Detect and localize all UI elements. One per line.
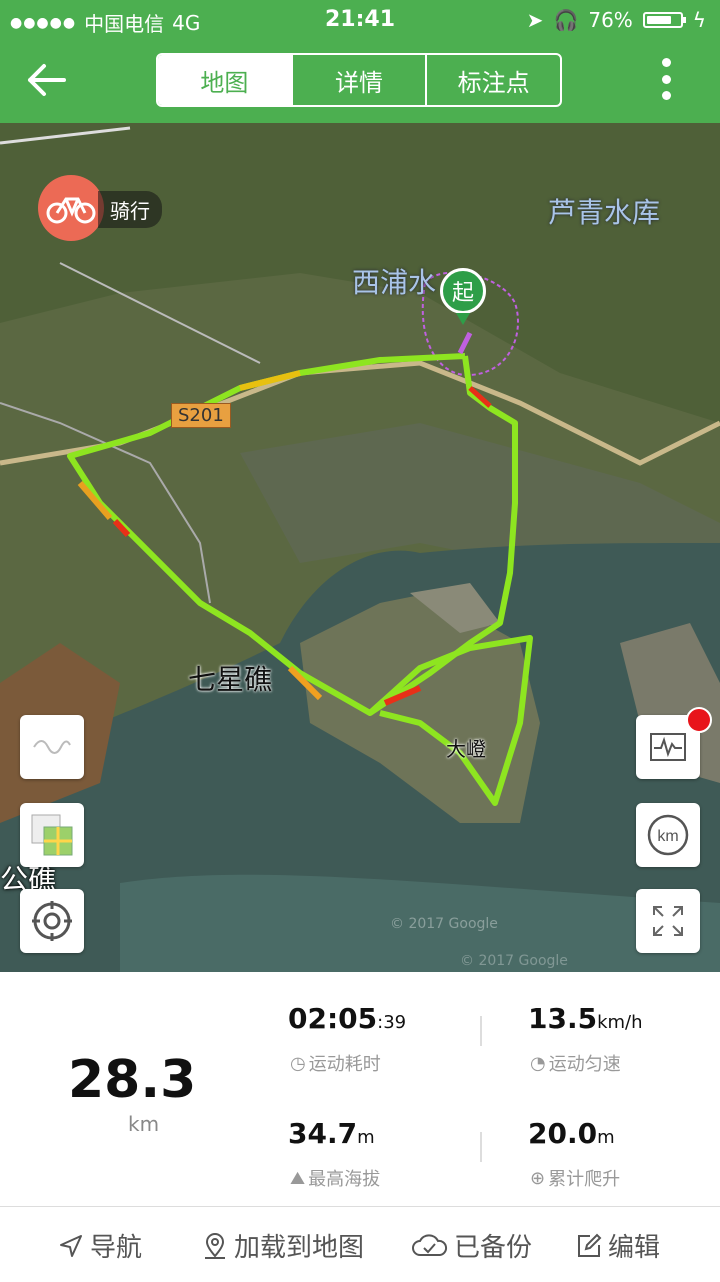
backed-up-button[interactable]: 已备份 bbox=[410, 1227, 532, 1264]
road-sign: S201 bbox=[171, 403, 231, 428]
headphones-icon: 🎧 bbox=[553, 8, 579, 32]
svg-text:km: km bbox=[657, 828, 678, 845]
load-to-map-button[interactable]: 加载到地图 bbox=[202, 1227, 364, 1264]
map-watermark: © 2017 Google bbox=[460, 953, 568, 969]
map-pin-icon bbox=[205, 1232, 225, 1259]
edit-icon bbox=[578, 1233, 602, 1257]
header: ●●●●● 中国电信 4G 21:41 ➤ 🎧 76% ϟ 地图 详情 标注点 bbox=[0, 0, 720, 123]
fullscreen-button[interactable] bbox=[636, 889, 700, 953]
km-marker-button[interactable]: km bbox=[636, 803, 700, 867]
place-label: 大嶝 bbox=[446, 737, 486, 761]
climb-icon: ⊕ bbox=[530, 1167, 546, 1189]
locate-icon bbox=[32, 901, 72, 941]
more-menu-icon[interactable] bbox=[656, 58, 676, 100]
track-style-button[interactable] bbox=[20, 715, 84, 779]
place-label: 芦青水库 bbox=[548, 196, 661, 229]
cloud-check-icon bbox=[412, 1233, 448, 1256]
duration-label: ◷ 运动耗时 bbox=[290, 1052, 381, 1076]
locate-button[interactable] bbox=[20, 889, 84, 953]
bicycle-icon bbox=[46, 197, 96, 224]
distance-unit: km bbox=[128, 1112, 160, 1136]
max-altitude-label: ⛰ 最高海拔 bbox=[290, 1167, 381, 1191]
chart-icon bbox=[650, 733, 686, 761]
divider bbox=[480, 1132, 482, 1162]
edit-button[interactable]: 编辑 bbox=[576, 1227, 660, 1264]
speedometer-icon: ◔ bbox=[530, 1052, 546, 1074]
speed-label: ◔ 运动匀速 bbox=[530, 1052, 621, 1076]
view-tabs: 地图 详情 标注点 bbox=[156, 53, 562, 107]
bottom-toolbar: 导航 加载到地图 已备份 编辑 bbox=[0, 1206, 720, 1282]
ride-type-badge[interactable] bbox=[38, 175, 104, 241]
duration-value: 02:05:39 bbox=[288, 1002, 407, 1035]
navigate-button[interactable]: 导航 bbox=[58, 1227, 142, 1264]
km-icon: km bbox=[647, 814, 689, 856]
map-layer-button[interactable] bbox=[20, 803, 84, 867]
battery-percent: 76% bbox=[588, 8, 633, 32]
status-bar: ●●●●● 中国电信 4G 21:41 ➤ 🎧 76% ϟ bbox=[0, 0, 720, 40]
map-watermark: © 2017 Google bbox=[390, 916, 498, 932]
location-icon: ➤ bbox=[526, 8, 544, 32]
climb-label: ⊕ 累计爬升 bbox=[530, 1167, 621, 1191]
ride-type-label: 骑行 bbox=[98, 191, 162, 228]
mountain-icon: ⛰ bbox=[290, 1167, 306, 1189]
divider bbox=[480, 1016, 482, 1046]
place-label: 西浦水 bbox=[352, 266, 437, 299]
wave-icon bbox=[33, 740, 71, 754]
tab-details[interactable]: 详情 bbox=[290, 55, 426, 105]
battery-icon bbox=[642, 12, 686, 28]
speed-value: 13.5km/h bbox=[528, 1002, 643, 1035]
navigation-arrow-icon bbox=[60, 1234, 82, 1257]
tab-map[interactable]: 地图 bbox=[158, 55, 291, 105]
max-altitude-value: 34.7m bbox=[288, 1117, 375, 1150]
map-view[interactable]: 骑行 芦青水库 西浦水 七星礁 大嶝 公礁 S201 起 © 2017 Goog… bbox=[0, 123, 720, 972]
ride-stats: 28.3 km 02:05:39 ◷ 运动耗时 13.5km/h ◔ 运动匀速 34… bbox=[0, 972, 720, 1206]
satellite-map bbox=[0, 123, 720, 972]
distance-value: 28.3 bbox=[68, 1050, 197, 1110]
charging-icon: ϟ bbox=[692, 8, 706, 32]
layers-icon bbox=[31, 814, 73, 856]
clock-icon: ◷ bbox=[290, 1052, 306, 1074]
climb-value: 20.0m bbox=[528, 1117, 615, 1150]
place-label: 七星礁 bbox=[188, 663, 273, 696]
back-arrow-icon[interactable] bbox=[24, 60, 68, 100]
tab-markers[interactable]: 标注点 bbox=[425, 55, 560, 105]
start-marker[interactable]: 起 bbox=[440, 268, 486, 325]
notification-dot bbox=[686, 707, 712, 733]
fullscreen-icon bbox=[653, 906, 683, 936]
